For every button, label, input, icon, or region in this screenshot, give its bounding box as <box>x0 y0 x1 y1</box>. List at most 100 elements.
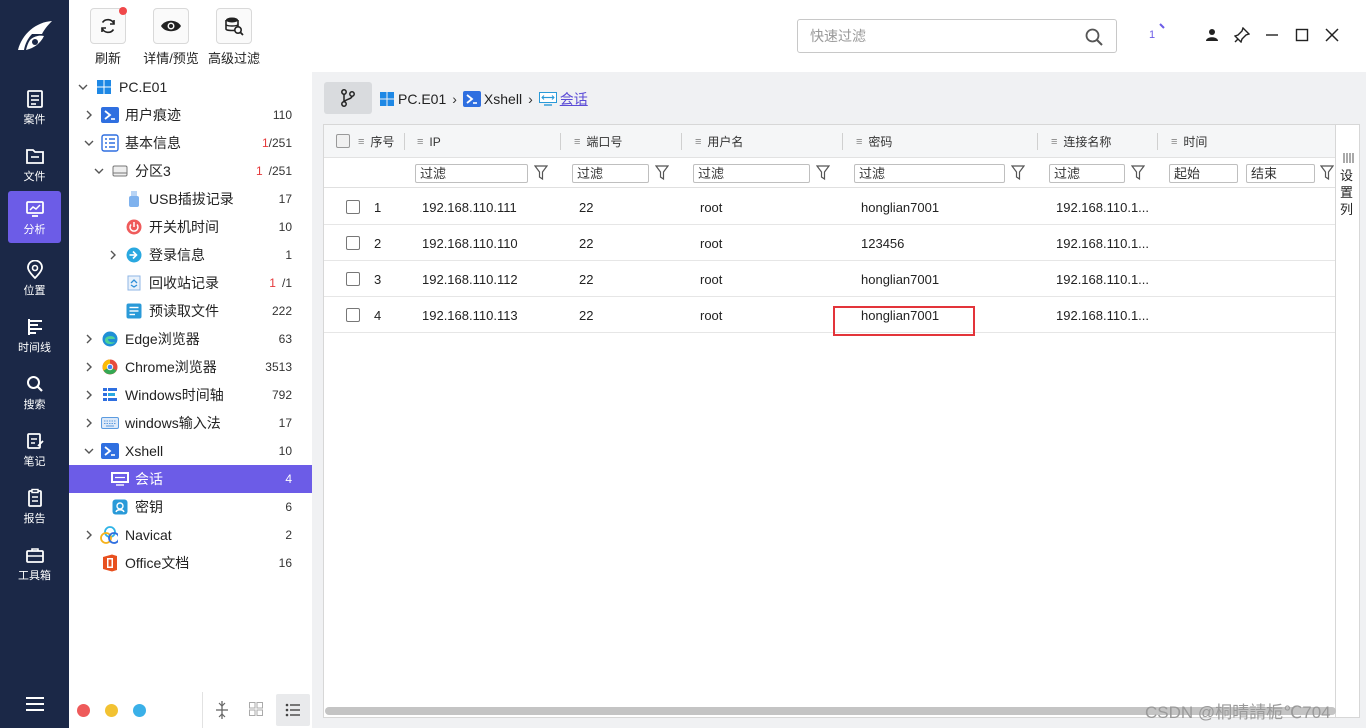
row-checkbox[interactable] <box>346 308 360 322</box>
breadcrumb-root[interactable]: PC.E01 <box>380 91 446 107</box>
column-divider[interactable] <box>560 133 561 150</box>
col-header-time[interactable]: ≡ 时间 <box>1171 125 1207 158</box>
filter-funnel-icon[interactable] <box>1011 165 1025 181</box>
tree-item-chrome[interactable]: Chrome浏览器 3513 <box>69 353 312 381</box>
chevron-right-icon[interactable] <box>83 389 95 401</box>
ip-filter-input[interactable]: 过滤 <box>415 164 528 183</box>
tree-item-ime[interactable]: windows输入法 17 <box>69 409 312 437</box>
nav-file[interactable]: 文件 <box>8 138 61 190</box>
col-header-password[interactable]: ≡ 密码 <box>856 125 892 158</box>
red-dot[interactable] <box>77 704 90 717</box>
column-divider[interactable] <box>1157 133 1158 150</box>
password-filter-input[interactable]: 过滤 <box>854 164 1005 183</box>
cell-conn-name: 192.168.110.1... <box>1056 307 1150 323</box>
col-header-conn-name[interactable]: ≡ 连接名称 <box>1051 125 1111 158</box>
table-row[interactable]: 2 192.168.110.110 22 root 123456 192.168… <box>324 225 1335 261</box>
collapse-icon[interactable] <box>213 700 231 723</box>
filter-funnel-icon[interactable] <box>816 165 830 181</box>
col-header-user[interactable]: ≡ 用户名 <box>695 125 743 158</box>
advanced-filter-button[interactable]: 高级过滤 <box>202 8 266 67</box>
port-filter-input[interactable]: 过滤 <box>572 164 649 183</box>
tree-item-edge[interactable]: Edge浏览器 63 <box>69 325 312 353</box>
chevron-right-icon[interactable] <box>83 333 95 345</box>
list-view-icon[interactable] <box>276 694 310 726</box>
branch-button[interactable] <box>324 82 372 114</box>
tree-item-windows-timeline[interactable]: Windows时间轴 792 <box>69 381 312 409</box>
column-divider[interactable] <box>404 133 405 150</box>
table-row[interactable]: 3 192.168.110.112 22 root honglian7001 1… <box>324 261 1335 297</box>
tree-item-login[interactable]: 登录信息 1 <box>69 241 312 269</box>
col-header-no[interactable]: ≡ 序号 <box>358 125 394 158</box>
row-checkbox[interactable] <box>346 272 360 286</box>
search-icon[interactable] <box>1084 27 1104 50</box>
row-checkbox[interactable] <box>346 200 360 214</box>
nav-report[interactable]: 报告 <box>8 480 61 532</box>
tree-item-partition3[interactable]: 分区3 1/251 <box>69 157 312 185</box>
tree-item-prefetch[interactable]: 预读取文件 222 <box>69 297 312 325</box>
chevron-down-icon[interactable] <box>77 81 89 93</box>
column-divider[interactable] <box>681 133 682 150</box>
nav-analysis[interactable]: 分析 <box>8 191 61 243</box>
column-divider[interactable] <box>1037 133 1038 150</box>
chevron-right-icon[interactable] <box>83 109 95 121</box>
chevron-right-icon[interactable] <box>107 249 119 261</box>
table-row[interactable]: 4 192.168.110.113 22 root honglian7001 1… <box>324 297 1335 333</box>
col-header-port[interactable]: ≡ 端口号 <box>574 125 622 158</box>
chevron-down-icon[interactable] <box>83 445 95 457</box>
tree-item-basic-info[interactable]: 基本信息 1/251 <box>69 129 312 157</box>
maximize-icon[interactable] <box>1292 24 1312 46</box>
xshell-icon <box>101 442 119 460</box>
nav-notes[interactable]: 笔记 <box>8 423 61 475</box>
col-header-ip[interactable]: ≡ IP <box>417 125 441 158</box>
tree-item-power[interactable]: 开关机时间 10 <box>69 213 312 241</box>
tree-item-session[interactable]: 会话 4 <box>69 465 312 493</box>
nav-timeline[interactable]: 时间线 <box>8 309 61 361</box>
user-icon[interactable] <box>1202 24 1222 46</box>
quick-filter-input[interactable] <box>798 20 1068 52</box>
tree-item-recycle[interactable]: 回收站记录 1/1 <box>69 269 312 297</box>
grid-view-icon[interactable] <box>249 702 263 719</box>
chevron-right-icon[interactable] <box>83 417 95 429</box>
chevron-right-icon[interactable] <box>83 361 95 373</box>
minimize-icon[interactable] <box>1262 24 1282 46</box>
filter-funnel-icon[interactable] <box>655 165 669 181</box>
time-end-input[interactable]: 结束 <box>1246 164 1315 183</box>
nav-search[interactable]: 搜索 <box>8 366 61 418</box>
filter-funnel-icon[interactable] <box>1320 165 1334 181</box>
tree-root[interactable]: PC.E01 <box>69 73 312 101</box>
hamburger-menu-icon[interactable] <box>24 695 46 713</box>
nav-case[interactable]: 案件 <box>8 81 61 133</box>
office-icon <box>101 554 119 572</box>
tree-item-office[interactable]: Office文档 16 <box>69 549 312 577</box>
user-filter-input[interactable]: 过滤 <box>693 164 810 183</box>
chevron-down-icon[interactable] <box>83 137 95 149</box>
chevron-down-icon[interactable] <box>93 165 105 177</box>
filter-funnel-icon[interactable] <box>534 165 548 181</box>
tree-item-xshell[interactable]: Xshell 10 <box>69 437 312 465</box>
blue-dot[interactable] <box>133 704 146 717</box>
time-start-input[interactable]: 起始 <box>1169 164 1238 183</box>
tree-item-user-traces[interactable]: 用户痕迹 110 <box>69 101 312 129</box>
table-row[interactable]: 1 192.168.110.111 22 root honglian7001 1… <box>324 189 1335 225</box>
breadcrumb-parent[interactable]: Xshell <box>462 91 522 107</box>
refresh-button[interactable]: 刷新 <box>76 7 140 67</box>
column-settings-button[interactable]: 设置列 <box>1336 124 1360 718</box>
nav-location[interactable]: 位置 <box>8 252 61 304</box>
filter-funnel-icon[interactable] <box>1131 165 1145 181</box>
close-icon[interactable] <box>1322 24 1342 46</box>
yellow-dot[interactable] <box>105 704 118 717</box>
nav-toolbox[interactable]: 工具箱 <box>8 537 61 589</box>
row-checkbox[interactable] <box>346 236 360 250</box>
terminal-icon <box>101 106 119 124</box>
conn-name-filter-input[interactable]: 过滤 <box>1049 164 1125 183</box>
column-divider[interactable] <box>842 133 843 150</box>
preview-button[interactable]: 详情/预览 <box>139 8 203 67</box>
select-all-checkbox[interactable] <box>336 134 350 148</box>
tree-item-usb[interactable]: USB插拔记录 17 <box>69 185 312 213</box>
breadcrumb-current[interactable]: 会话 <box>538 89 588 109</box>
chevron-right-icon[interactable] <box>83 529 95 541</box>
tree-item-key[interactable]: 密钥 6 <box>69 493 312 521</box>
tree-item-navicat[interactable]: Navicat 2 <box>69 521 312 549</box>
pin-icon[interactable] <box>1232 24 1252 46</box>
notification-count[interactable]: 1 <box>1149 29 1155 41</box>
